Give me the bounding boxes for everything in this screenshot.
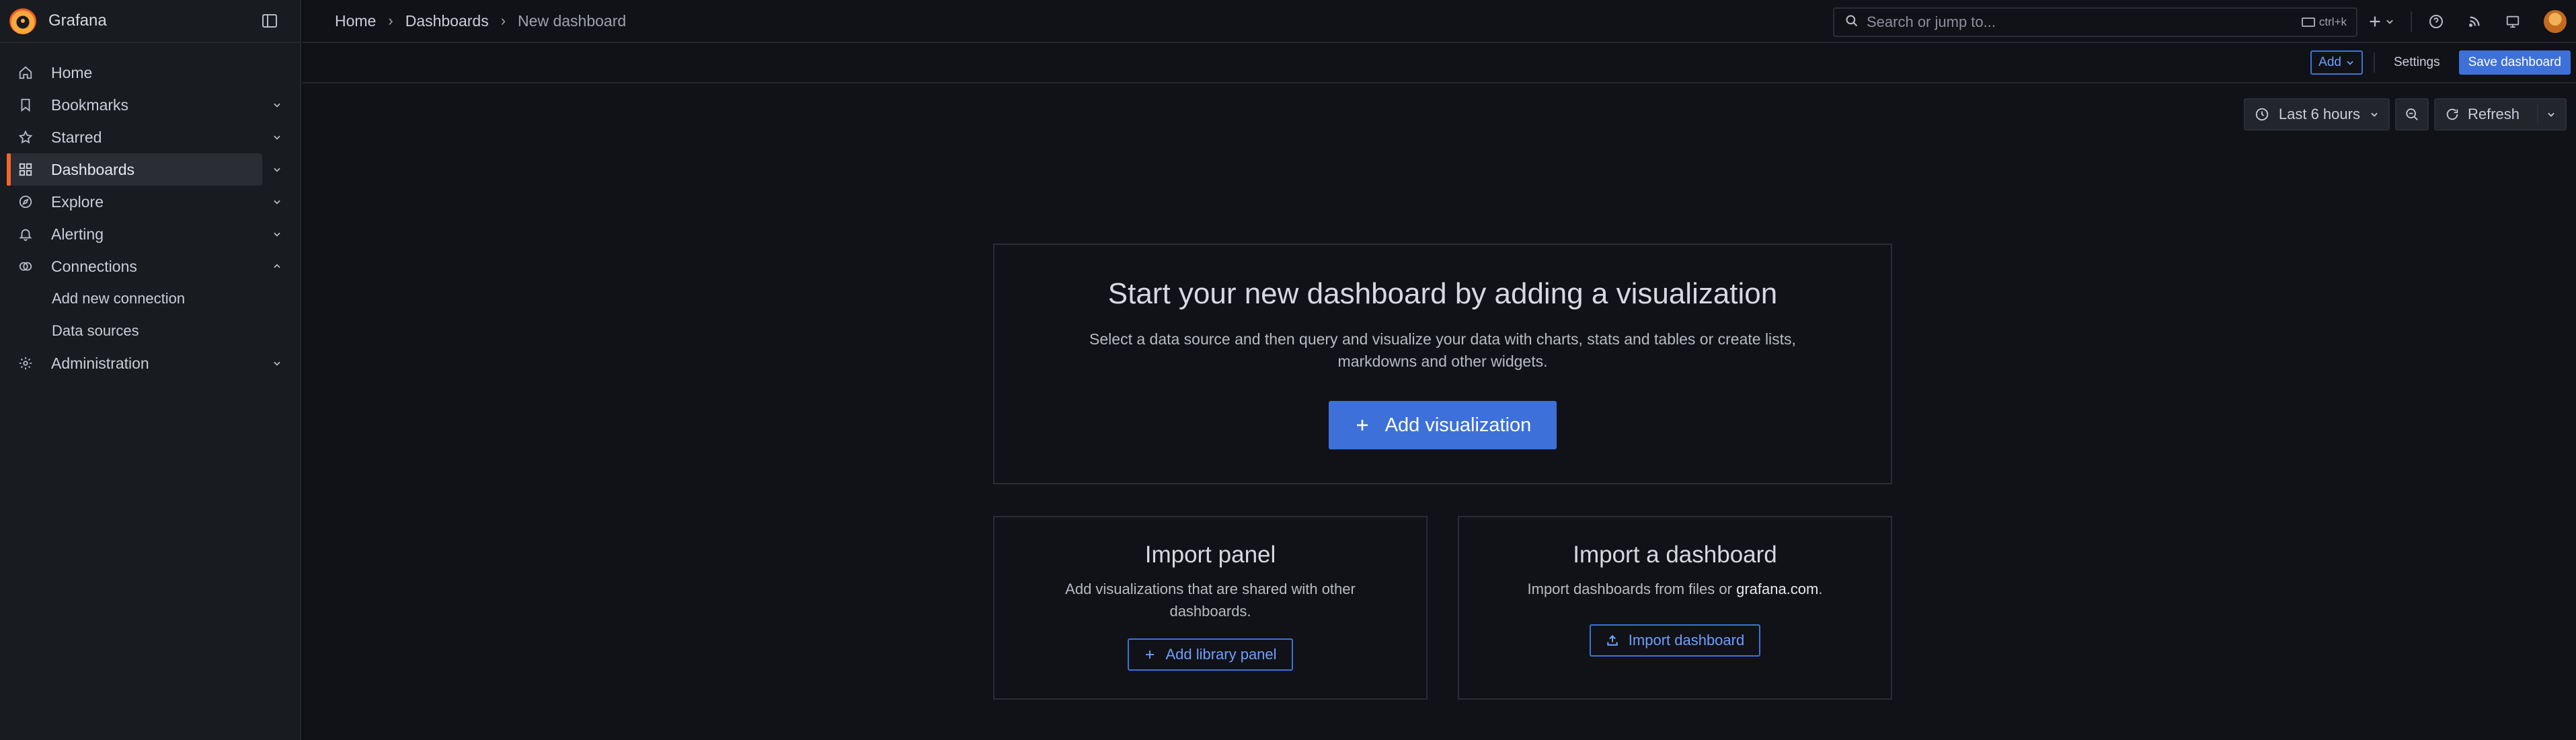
plus-icon — [1356, 420, 1368, 431]
grafana-logo-icon[interactable] — [9, 7, 36, 34]
sidebar-item-label: Alerting — [51, 225, 104, 243]
save-dashboard-button[interactable]: Save dashboard — [2458, 50, 2571, 75]
import-dashboard-description-suffix: . — [1818, 581, 1823, 597]
main-nav: Home Bookmarks Starred Dashboards Explor… — [0, 43, 300, 379]
app-name: Grafana — [48, 11, 107, 30]
chevron-down-icon — [2548, 112, 2554, 117]
zoom-out-icon — [2406, 108, 2418, 120]
plus-icon — [1146, 651, 1155, 659]
dock-menu-icon[interactable] — [262, 14, 277, 28]
shortcut-text: ctrl+k — [2318, 15, 2347, 28]
breadcrumb-current: New dashboard — [518, 11, 627, 30]
settings-button[interactable]: Settings — [2386, 50, 2448, 75]
import-dashboard-label: Import dashboard — [1628, 632, 1745, 649]
home-icon — [17, 65, 34, 81]
bookmark-icon — [17, 97, 34, 113]
sidebar-item-label: Starred — [51, 128, 102, 146]
kiosk-mode-icon[interactable] — [2505, 14, 2521, 29]
sidebar-item-home[interactable]: Home — [0, 57, 262, 89]
sidebar-item-dashboards[interactable]: Dashboards — [7, 153, 280, 186]
add-library-panel-label: Add library panel — [1165, 646, 1277, 663]
import-dashboard-card: Import a dashboard Import dashboards fro… — [1458, 516, 1892, 700]
sidebar-subitem-add-new-connection[interactable]: Add new connection — [0, 283, 300, 315]
refresh-label: Refresh — [2467, 106, 2520, 122]
chevron-down-icon[interactable] — [269, 97, 285, 113]
chevron-up-icon[interactable] — [269, 258, 285, 274]
add-label: Add — [2318, 55, 2341, 69]
chevron-down-icon[interactable] — [269, 194, 285, 210]
new-menu-button[interactable] — [2368, 14, 2394, 29]
link-icon — [17, 258, 34, 274]
time-range-label: Last 6 hours — [2278, 106, 2360, 122]
breadcrumb: Home › Dashboards › New dashboard — [335, 12, 626, 30]
clock-icon — [2255, 108, 2269, 121]
sidebar-item-administration[interactable]: Administration — [0, 347, 280, 379]
sidebar-item-label: Administration — [51, 354, 149, 372]
chevron-down-icon — [2347, 61, 2353, 65]
empty-dashboard-title: Start your new dashboard by adding a vis… — [1107, 277, 1778, 310]
import-panel-title: Import panel — [1144, 542, 1276, 568]
sidebar-item-bookmarks[interactable]: Bookmarks — [0, 89, 280, 121]
add-library-panel-button[interactable]: Add library panel — [1128, 638, 1293, 671]
breadcrumb-home[interactable]: Home — [335, 12, 376, 30]
empty-dashboard-description: Select a data source and then query and … — [1089, 330, 1796, 370]
upload-icon — [1607, 634, 1618, 646]
add-visualization-button[interactable]: Add visualization — [1328, 401, 1557, 449]
sidebar-header: Grafana — [0, 0, 300, 43]
refresh-icon — [2446, 108, 2458, 120]
news-feed-icon[interactable] — [2467, 14, 2482, 29]
sidebar-item-label: Connections — [51, 257, 137, 275]
breadcrumb-dashboards[interactable]: Dashboards — [405, 12, 489, 30]
time-controls: Last 6 hours Refresh — [2243, 98, 2567, 131]
chevron-down-icon[interactable] — [269, 161, 285, 178]
sidebar-item-label: Home — [51, 63, 93, 81]
dashboard-toolbar: Add Settings Save dashboard — [303, 43, 2576, 83]
compass-icon — [17, 194, 34, 210]
empty-dashboard-card: Start your new dashboard by adding a vis… — [993, 244, 1892, 484]
gear-icon — [17, 355, 34, 371]
divider — [2411, 11, 2412, 32]
import-panel-card: Import panel Add visualizations that are… — [993, 516, 1428, 700]
search-placeholder: Search or jump to... — [1867, 13, 1996, 30]
bell-icon — [17, 226, 34, 242]
breadcrumb-separator-icon: › — [388, 12, 393, 29]
sidebar-item-explore[interactable]: Explore — [0, 186, 280, 218]
chevron-down-icon[interactable] — [269, 355, 285, 371]
apps-icon — [17, 161, 34, 178]
divider — [2537, 104, 2538, 124]
top-bar: Home › Dashboards › New dashboard Search… — [303, 0, 2576, 43]
import-dashboard-description-text: Import dashboards from files or — [1527, 581, 1737, 597]
avatar[interactable] — [2544, 10, 2567, 33]
chevron-down-icon[interactable] — [269, 226, 285, 242]
sidebar-item-starred[interactable]: Starred — [0, 121, 280, 153]
chevron-down-icon[interactable] — [269, 129, 285, 145]
zoom-out-button[interactable] — [2394, 98, 2429, 131]
sidebar-item-connections[interactable]: Connections — [0, 250, 280, 283]
search-input[interactable]: Search or jump to... ctrl+k — [1833, 7, 2357, 37]
import-dashboard-description: Import dashboards from files or grafana.… — [1487, 578, 1863, 600]
keyboard-icon — [2301, 17, 2315, 27]
search-icon — [1845, 13, 1859, 32]
chevron-down-icon — [2371, 112, 2378, 117]
import-panel-description: Add visualizations that are shared with … — [1065, 581, 1356, 620]
star-icon — [17, 129, 34, 145]
help-icon[interactable] — [2428, 13, 2444, 30]
sidebar-item-alerting[interactable]: Alerting — [0, 218, 280, 250]
sidebar-item-label: Explore — [51, 192, 104, 211]
grafana-com-link[interactable]: grafana.com — [1736, 581, 1818, 597]
add-visualization-label: Add visualization — [1384, 414, 1532, 436]
sidebar: Grafana Home Bookmarks Starred Dashboard… — [0, 0, 301, 740]
add-button[interactable]: Add — [2310, 50, 2363, 75]
divider — [2373, 52, 2375, 73]
breadcrumb-separator-icon: › — [500, 12, 506, 29]
sidebar-subitem-data-sources[interactable]: Data sources — [0, 315, 300, 347]
sidebar-item-label: Bookmarks — [51, 96, 129, 114]
refresh-button[interactable]: Refresh — [2433, 98, 2567, 131]
top-bar-actions — [2368, 9, 2567, 34]
import-dashboard-title: Import a dashboard — [1573, 542, 1777, 568]
sidebar-item-label: Dashboards — [51, 160, 135, 178]
time-range-picker[interactable]: Last 6 hours — [2243, 98, 2390, 131]
keyboard-shortcut: ctrl+k — [2301, 15, 2347, 29]
import-dashboard-button[interactable]: Import dashboard — [1589, 624, 1761, 657]
